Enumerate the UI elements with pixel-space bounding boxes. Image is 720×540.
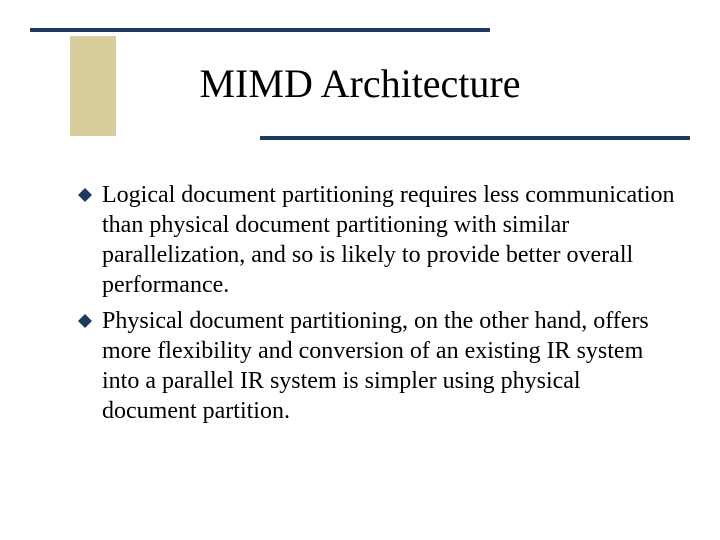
diamond-bullet-icon [78, 188, 92, 202]
diamond-bullet-icon [78, 314, 92, 328]
bullet-text: Logical document partitioning requires l… [102, 180, 678, 300]
slide-title: MIMD Architecture [0, 60, 720, 107]
slide-body: Logical document partitioning requires l… [78, 180, 678, 432]
sub-horizontal-rule [260, 136, 690, 140]
list-item: Logical document partitioning requires l… [78, 180, 678, 300]
top-horizontal-rule [30, 28, 490, 32]
list-item: Physical document partitioning, on the o… [78, 306, 678, 426]
bullet-text: Physical document partitioning, on the o… [102, 306, 678, 426]
